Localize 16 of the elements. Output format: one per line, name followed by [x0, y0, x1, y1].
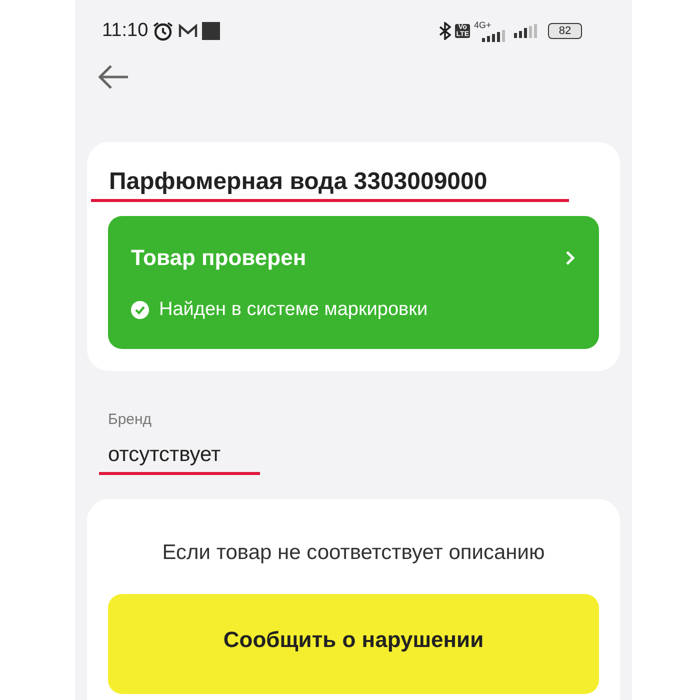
brand-value: отсутствует [108, 442, 221, 468]
battery-indicator: 82 [548, 23, 582, 39]
mail-icon [178, 23, 198, 39]
status-time: 11:10 [102, 18, 148, 43]
check-circle-icon [131, 301, 149, 320]
report-button[interactable]: Сообщить о нарушении [108, 594, 599, 694]
back-arrow-icon[interactable] [98, 64, 130, 90]
chevron-right-icon [564, 250, 576, 266]
network-label: 4G+ [474, 20, 492, 30]
signal-icon [512, 24, 540, 38]
brand-label: Бренд [108, 410, 153, 430]
product-title: Парфюмерная вода 3303009000 [108, 167, 488, 197]
alarm-icon [152, 21, 174, 41]
square-icon [202, 22, 220, 40]
report-hint: Если товар не соответствует описанию [162, 540, 545, 566]
bluetooth-icon [439, 22, 452, 40]
